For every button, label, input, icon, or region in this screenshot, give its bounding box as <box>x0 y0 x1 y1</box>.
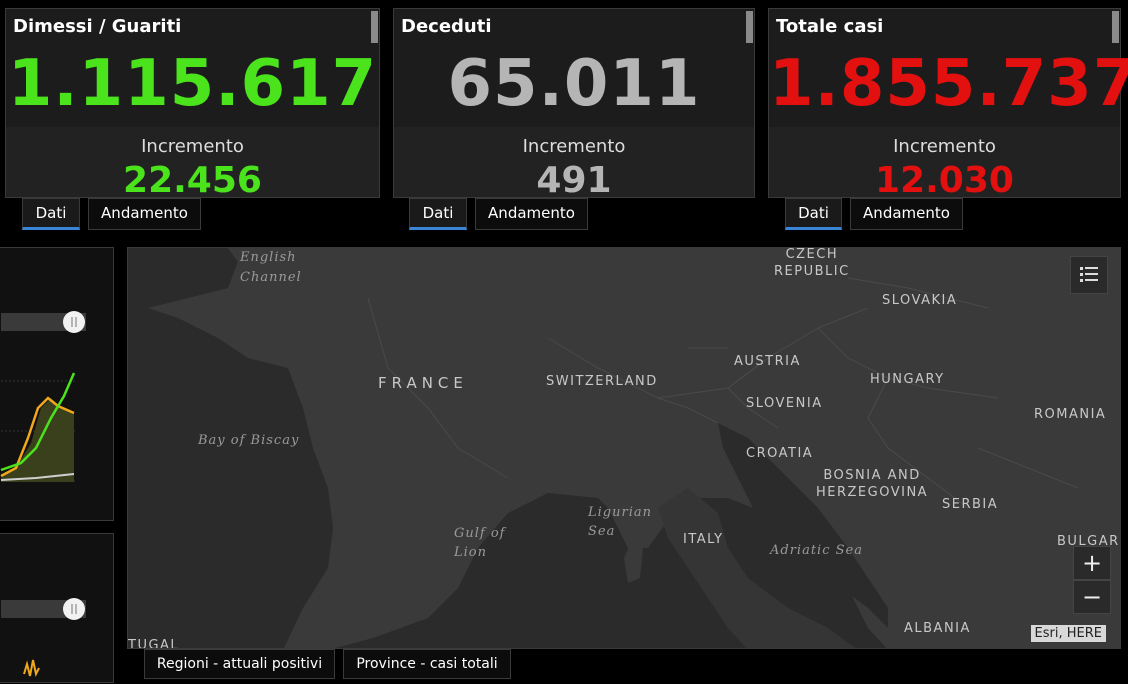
recovered-card: Dimessi / Guariti 1.115.617 Incremento 2… <box>5 8 380 201</box>
card-scrollbar[interactable] <box>371 11 378 43</box>
label-italy: ITALY <box>683 532 724 547</box>
tab-andamento[interactable]: Andamento <box>850 198 963 230</box>
card-scrollbar[interactable] <box>746 11 753 43</box>
label-gulf-of-lion: Gulf of Lion <box>454 526 506 560</box>
legend-list-icon <box>1080 267 1098 282</box>
tab-andamento[interactable]: Andamento <box>88 198 201 230</box>
trend-chart-panel <box>0 247 114 521</box>
tab-andamento[interactable]: Andamento <box>475 198 588 230</box>
increment-label: Incremento <box>893 136 996 157</box>
label-ligurian-sea: Ligurian Sea <box>588 505 652 539</box>
label-albania: ALBANIA <box>904 621 971 636</box>
label-english-channel: English Channel <box>240 250 302 285</box>
label-serbia: SERBIA <box>942 497 999 512</box>
card-title: Deceduti <box>401 16 492 37</box>
tab-dati[interactable]: Dati <box>409 198 467 230</box>
zoom-in-button[interactable]: + <box>1073 546 1111 580</box>
card-value: 1.115.617 <box>7 47 378 121</box>
daily-chart-panel <box>0 533 114 683</box>
label-adriatic-sea: Adriatic Sea <box>770 543 863 558</box>
tab-dati[interactable]: Dati <box>22 198 80 230</box>
increment-value: 12.030 <box>875 160 1014 201</box>
label-czech-republic: CZECH REPUBLIC <box>774 247 850 279</box>
total-cases-card: Totale casi 1.855.737 Incremento 12.030 <box>768 8 1128 201</box>
tab-province[interactable]: Province - casi totali <box>343 649 511 679</box>
label-slovakia: SLOVAKIA <box>882 293 958 308</box>
label-bay-of-biscay: Bay of Biscay <box>198 433 300 448</box>
legend-button[interactable] <box>1070 256 1108 294</box>
card-title: Totale casi <box>776 16 884 37</box>
tab-dati[interactable]: Dati <box>785 198 842 230</box>
card-title: Dimessi / Guariti <box>13 16 182 37</box>
basemap <box>128 248 1120 648</box>
trend-chart <box>0 311 86 482</box>
label-croatia: CROATIA <box>746 446 814 461</box>
deaths-card: Deceduti 65.011 Incremento 491 <box>393 8 755 201</box>
label-bosnia: BOSNIA AND HERZEGOVINA <box>816 468 929 500</box>
label-france: FRANCE <box>378 374 468 392</box>
label-hungary: HUNGARY <box>870 372 945 387</box>
increment-value: 491 <box>536 160 612 201</box>
series-line-orange <box>23 659 40 677</box>
tab-regioni[interactable]: Regioni - attuali positivi <box>144 649 335 679</box>
label-austria: AUSTRIA <box>734 354 801 369</box>
daily-chart <box>1 598 86 677</box>
card-value: 65.011 <box>447 47 701 121</box>
label-switzerland: SWITZERLAND <box>546 374 658 389</box>
card-scrollbar[interactable] <box>1112 11 1119 43</box>
increment-value: 22.456 <box>123 160 262 201</box>
increment-label: Incremento <box>522 136 626 157</box>
label-portugal: TUGAL <box>128 638 180 649</box>
time-slider-handle <box>63 598 85 620</box>
label-slovenia: SLOVENIA <box>746 396 823 411</box>
zoom-out-button[interactable]: − <box>1073 580 1111 614</box>
time-slider-handle <box>63 311 85 333</box>
label-romania: ROMANIA <box>1034 407 1107 422</box>
increment-label: Incremento <box>141 136 244 157</box>
map-view[interactable]: English Channel CZECH REPUBLIC SLOVAKIA … <box>127 247 1121 649</box>
card-value: 1.855.737 <box>769 47 1128 121</box>
map-attribution[interactable]: Esri, HERE <box>1030 625 1106 642</box>
